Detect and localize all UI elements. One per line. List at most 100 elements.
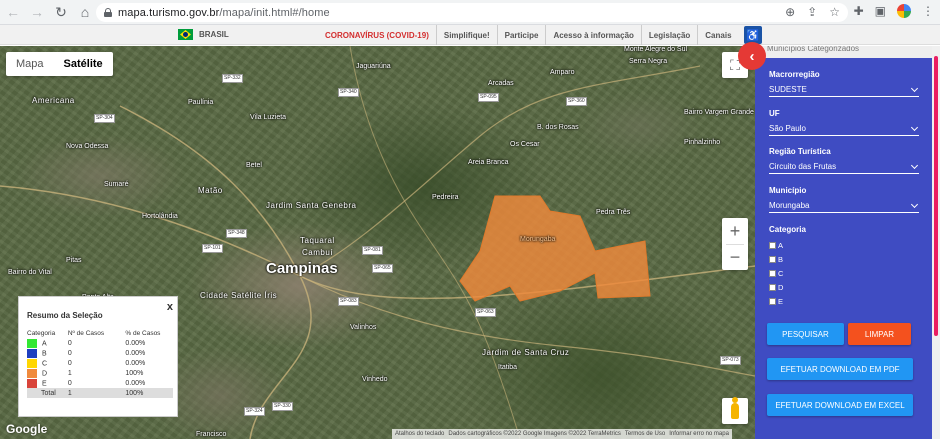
category-checkbox-d[interactable]: D: [769, 283, 783, 292]
city-label: Pitas: [66, 257, 82, 264]
gov-link[interactable]: Participe: [496, 25, 546, 45]
lock-icon[interactable]: [104, 8, 112, 17]
gov-link[interactable]: Acesso à informação: [545, 25, 640, 45]
uf-select[interactable]: São Paulo: [769, 122, 919, 136]
gov-link[interactable]: Legislação: [640, 25, 697, 45]
category-label: Categoria: [769, 225, 806, 234]
download-excel-button[interactable]: EFETUAR DOWNLOAD EM EXCEL: [767, 394, 913, 416]
uf-label: UF: [769, 109, 780, 118]
reload-icon[interactable]: ↻: [50, 1, 72, 23]
case-count: 0: [67, 339, 72, 347]
highway-shield: SP-330: [272, 402, 293, 411]
checkbox-label: D: [778, 283, 784, 292]
search-button[interactable]: PESQUISAR: [767, 323, 844, 345]
extensions-icon[interactable]: ✚: [854, 4, 864, 18]
city-label: Americana: [32, 96, 75, 105]
pegman-icon[interactable]: [722, 397, 748, 424]
browser-toolbar: ← → ↻ ⌂ mapa.turismo.gov.br/mapa/init.ht…: [0, 0, 940, 25]
city-label: Bairro Vargem Grande: [684, 109, 754, 116]
category-checkbox-b[interactable]: B: [769, 255, 783, 264]
city-label: Pinhalzinho: [684, 139, 721, 146]
map[interactable]: Morungaba Campinas Americana Nova Odessa Su…: [0, 46, 755, 439]
brasil-label: BRASIL: [199, 30, 229, 39]
summary-row: A 0 0.00%: [27, 338, 173, 348]
keyboard-shortcuts-link[interactable]: Atalhos do teclado: [395, 431, 444, 437]
zoom-out-button[interactable]: −: [722, 244, 748, 270]
total-count: 1: [63, 388, 116, 398]
map-type-mapa[interactable]: Mapa: [6, 52, 54, 76]
sidepanel-icon[interactable]: ▣: [875, 4, 886, 18]
category-checkbox-a[interactable]: A: [769, 241, 783, 250]
category-color-swatch: [27, 348, 37, 358]
city-label: Bairro do Vital: [8, 269, 52, 276]
city-label: Taquaral: [300, 236, 335, 245]
terms-link[interactable]: Termos de Uso: [625, 431, 665, 437]
case-count: 0: [67, 359, 72, 367]
url-text: mapa.turismo.gov.br/mapa/init.html#/home: [118, 6, 330, 19]
checkbox[interactable]: [769, 270, 776, 277]
zoom-in-button[interactable]: +: [722, 218, 748, 244]
case-percent: 0.00%: [125, 339, 146, 347]
total-label: Total: [27, 388, 64, 398]
summary-title: Resumo da Seleção: [27, 311, 103, 320]
category-checkbox-c[interactable]: C: [769, 269, 783, 278]
clear-button[interactable]: LIMPAR: [848, 323, 911, 345]
chevron-down-icon: [910, 84, 919, 92]
highway-shield: SP-324: [244, 407, 265, 416]
checkbox[interactable]: [769, 284, 776, 291]
category-checkbox-e[interactable]: E: [769, 297, 783, 306]
menu-icon[interactable]: ⋮: [922, 4, 934, 18]
brasil-link[interactable]: BRASIL: [178, 29, 229, 40]
case-percent: 0.00%: [125, 359, 146, 367]
city-label: Sumaré: [104, 181, 129, 188]
highway-shield: SP-360: [566, 97, 587, 106]
highway-shield: SP-063: [475, 308, 496, 317]
highway-shield: SP-332: [222, 74, 243, 83]
highway-shield: SP-340: [338, 88, 359, 97]
collapse-panel-button[interactable]: ‹: [738, 42, 766, 70]
city-label: Valinhos: [350, 324, 377, 331]
scrollbar-thumb[interactable]: [934, 56, 938, 336]
back-arrow-icon[interactable]: ←: [2, 1, 24, 23]
city-label: Francisco: [196, 431, 227, 438]
close-icon[interactable]: x: [167, 301, 173, 313]
filter-sidebar: Municípios Categorizados Macrorregião SU…: [755, 46, 932, 439]
highway-shield: SP-095: [478, 93, 499, 102]
city-label: Jardim Santa Genebra: [266, 201, 357, 210]
address-bar[interactable]: mapa.turismo.gov.br/mapa/init.html#/home…: [96, 3, 848, 22]
checkbox[interactable]: [769, 256, 776, 263]
checkbox-label: E: [778, 297, 784, 306]
highway-shield: SP-101: [202, 244, 223, 253]
map-type-satellite[interactable]: Satélite: [54, 52, 113, 76]
summary-row: C 0 0.00%: [27, 358, 173, 368]
gov-link[interactable]: Simplifique!: [435, 25, 497, 45]
case-percent: 0.00%: [125, 379, 146, 387]
download-pdf-button[interactable]: EFETUAR DOWNLOAD EM PDF: [767, 358, 913, 380]
category-name: D: [42, 369, 48, 377]
total-percent: 100%: [115, 388, 173, 398]
map-data-text: Dados cartográficos ©2022 Google Imagens…: [448, 431, 621, 437]
forward-arrow-icon[interactable]: →: [26, 1, 48, 23]
gov-links: CORONAVÍRUS (COVID-19) Simplifique! Partic…: [318, 25, 739, 45]
gov-link[interactable]: CORONAVÍRUS (COVID-19): [318, 25, 436, 45]
city-label: Jaguariúna: [356, 63, 391, 70]
star-icon[interactable]: ☆: [829, 5, 840, 19]
case-percent: 0.00%: [125, 349, 146, 357]
city-label: Itatiba: [498, 364, 518, 371]
category-name: B: [42, 349, 47, 357]
checkbox-label: A: [778, 241, 784, 250]
map-type-control: Mapa Satélite: [6, 52, 113, 76]
home-icon[interactable]: ⌂: [74, 1, 96, 23]
share-icon[interactable]: ⇪: [807, 5, 817, 19]
city-label: Os Cesar: [510, 141, 540, 148]
zoom-icon[interactable]: ⊕: [785, 5, 795, 19]
macroregion-select[interactable]: SUDESTE: [769, 83, 919, 97]
case-count: 0: [67, 379, 72, 387]
gov-link[interactable]: Canais: [697, 25, 738, 45]
checkbox[interactable]: [769, 298, 776, 305]
report-error-link[interactable]: Informar erro no mapa: [669, 431, 729, 437]
tourist-region-select[interactable]: Circuito das Frutas: [769, 160, 919, 174]
profile-icon[interactable]: [897, 4, 911, 18]
checkbox[interactable]: [769, 242, 776, 249]
municipality-select[interactable]: Morungaba: [769, 199, 919, 213]
